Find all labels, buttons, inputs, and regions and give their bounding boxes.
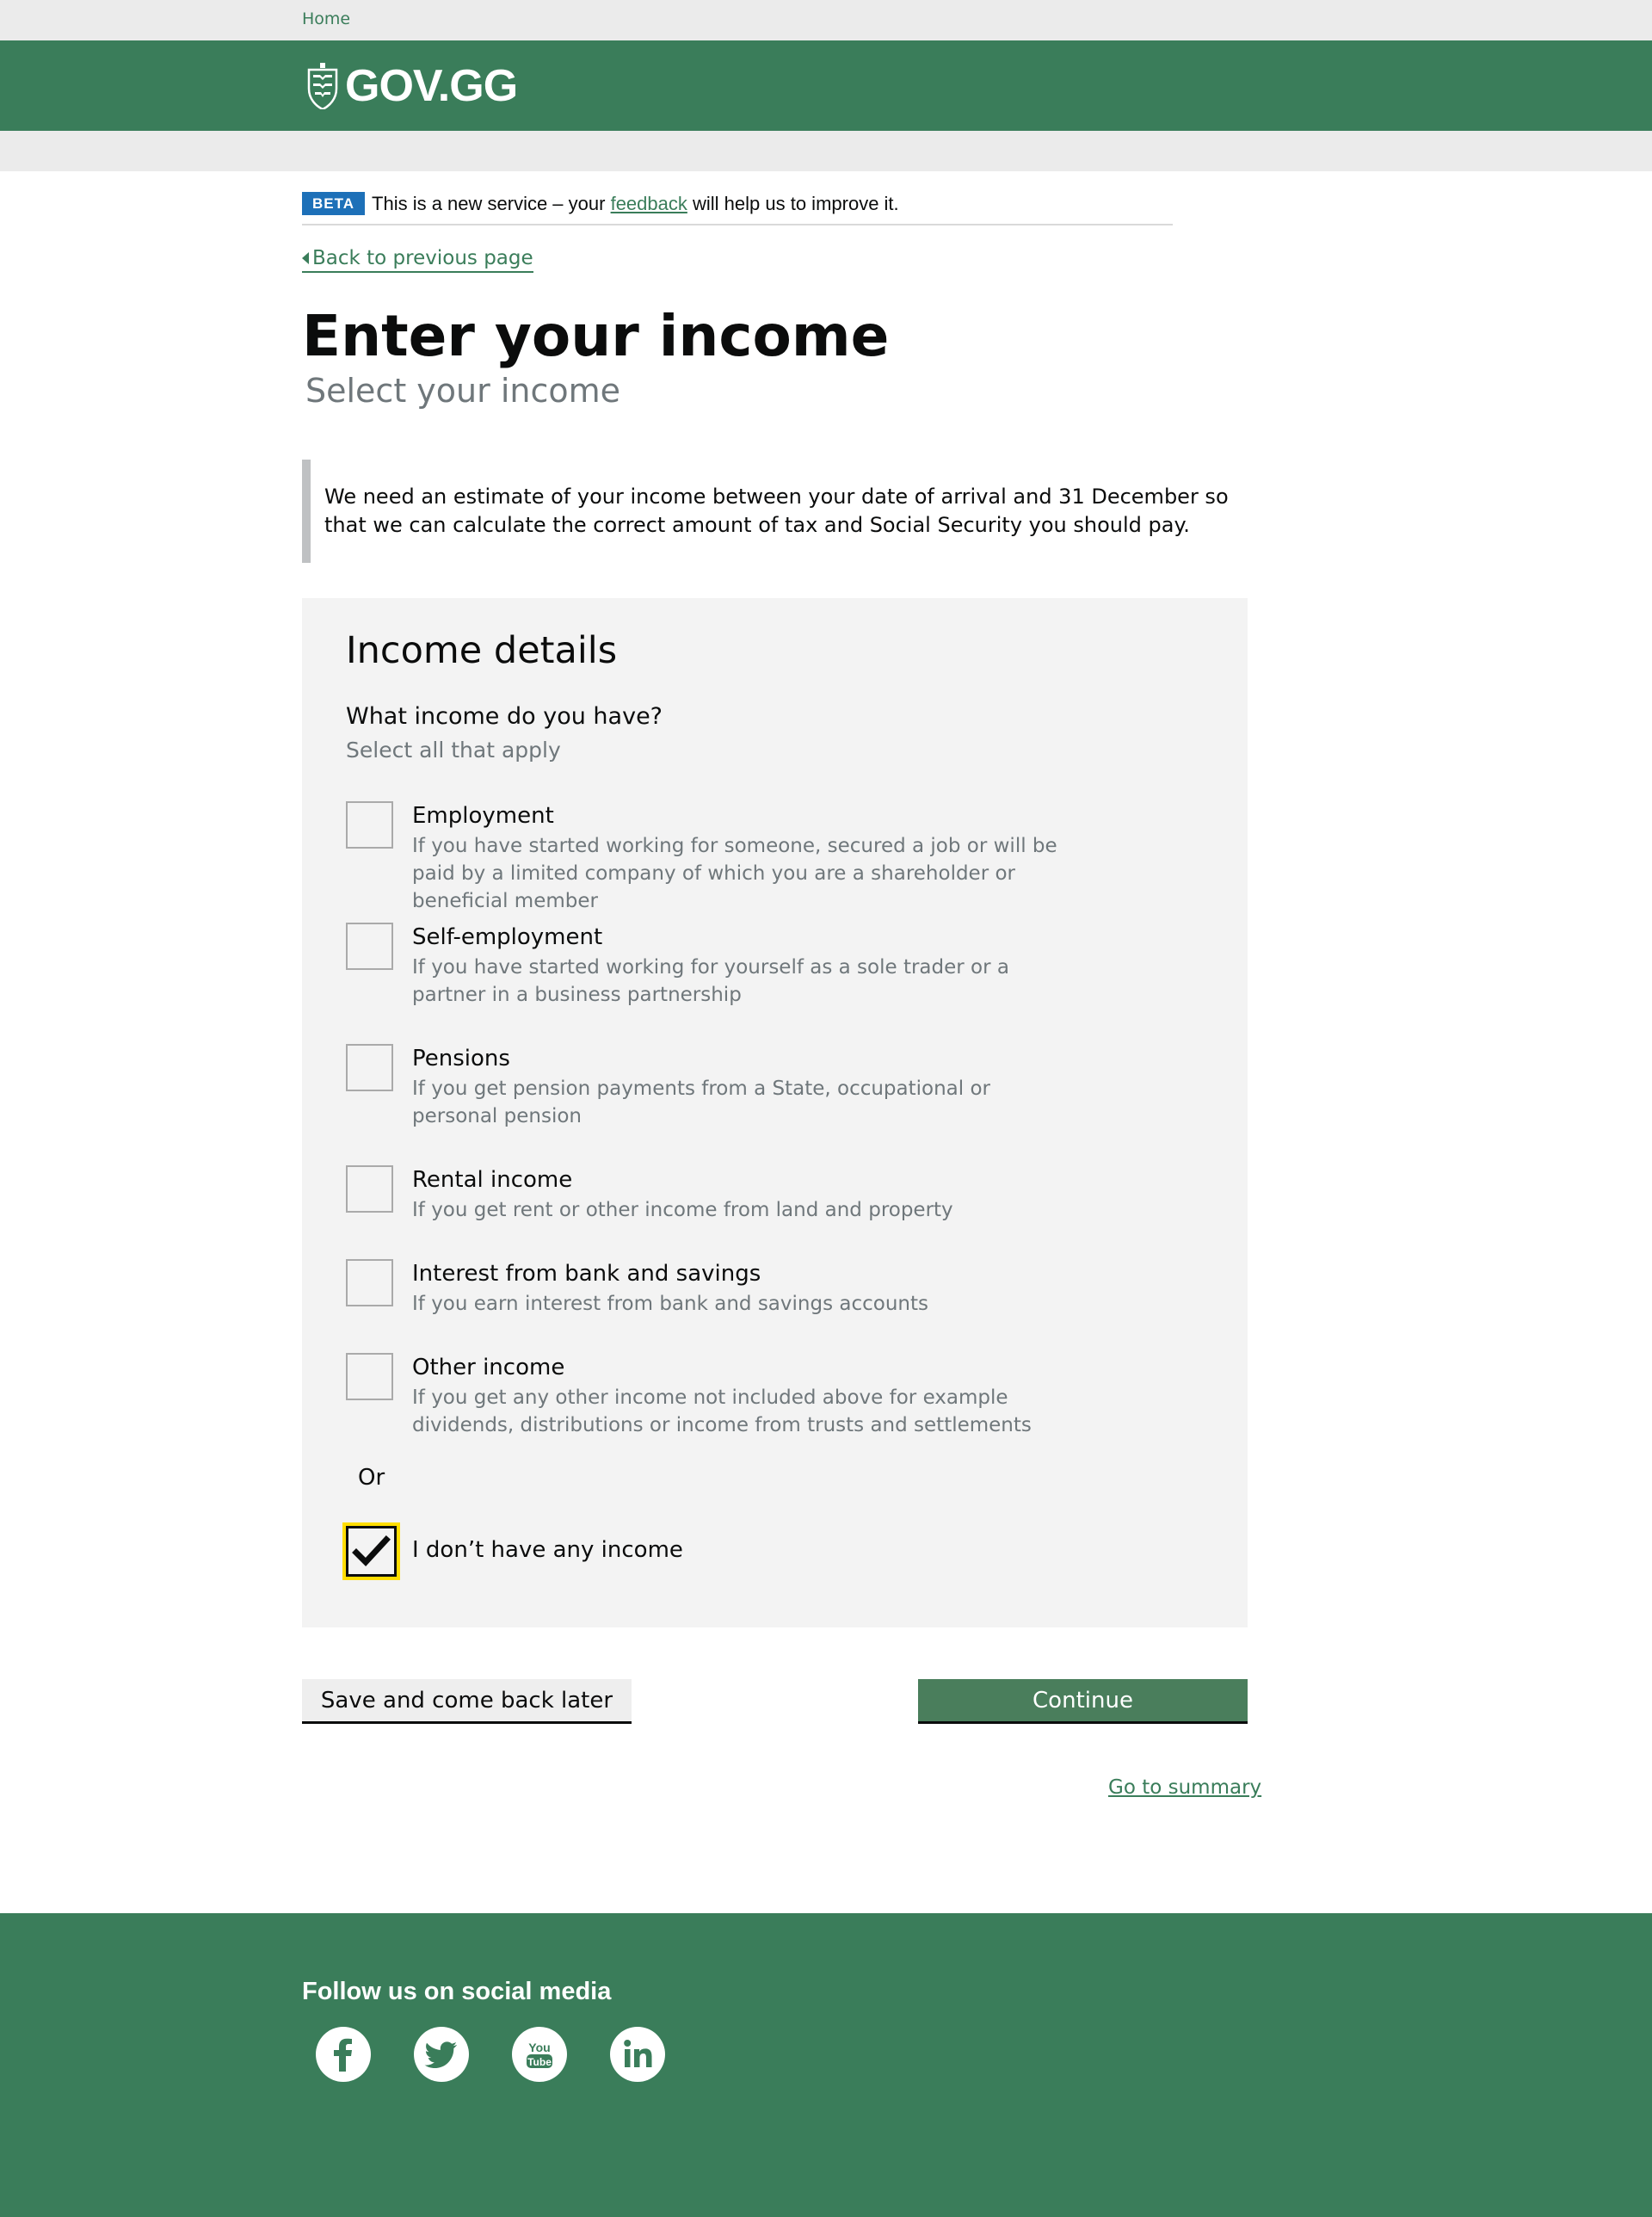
- checkbox-interest[interactable]: [346, 1259, 393, 1306]
- checkbox-pensions[interactable]: [346, 1044, 393, 1091]
- header-sub-bar: [0, 131, 1652, 171]
- checkmark-icon: [352, 1535, 391, 1567]
- option-label[interactable]: Other income: [412, 1353, 564, 1382]
- svg-text:Tube: Tube: [527, 2056, 552, 2068]
- beta-text-before: This is a new service – your: [372, 193, 606, 214]
- option-hint: If you get rent or other income from lan…: [412, 1199, 953, 1221]
- checkbox-employment[interactable]: [346, 801, 393, 849]
- home-link[interactable]: Home: [302, 9, 350, 28]
- option-hint: If you get pension payments from a State…: [412, 1078, 991, 1127]
- beta-text: This is a new service – your feedback wi…: [372, 192, 899, 215]
- page-subtitle: Select your income: [305, 372, 621, 410]
- feedback-link[interactable]: feedback: [611, 193, 687, 214]
- back-link[interactable]: Back to previous page: [302, 247, 533, 273]
- option-label[interactable]: Self-employment: [412, 923, 602, 952]
- income-details-panel: Income details What income do you have? …: [302, 598, 1248, 1627]
- gov-gg-logo[interactable]: GOV.GG: [305, 61, 518, 111]
- beta-text-after: will help us to improve it.: [693, 193, 899, 214]
- checkbox-other-income[interactable]: [346, 1353, 393, 1400]
- site-header: GOV.GG: [0, 40, 1652, 131]
- linkedin-icon: [624, 2040, 652, 2067]
- go-to-summary-link[interactable]: Go to summary: [1108, 1776, 1261, 1799]
- chevron-left-icon: [302, 252, 309, 264]
- facebook-icon: [334, 2038, 352, 2072]
- linkedin-link[interactable]: [610, 2027, 665, 2082]
- beta-tag: BETA: [302, 192, 366, 215]
- twitter-icon: [424, 2041, 458, 2068]
- back-link-label: Back to previous page: [312, 247, 533, 269]
- option-hint: If you get any other income not included…: [412, 1386, 1032, 1436]
- option-label[interactable]: Rental income: [412, 1165, 572, 1195]
- panel-heading: Income details: [346, 629, 618, 672]
- crest-icon: [307, 63, 338, 109]
- page-title: Enter your income: [302, 303, 890, 369]
- svg-text:You: You: [528, 2041, 550, 2054]
- option-label[interactable]: Employment: [412, 801, 554, 831]
- income-question: What income do you have?: [346, 703, 663, 730]
- logo-text: GOV.GG: [345, 61, 518, 111]
- facebook-link[interactable]: [316, 2027, 371, 2082]
- top-bar: Home: [0, 0, 1652, 40]
- save-and-come-back-button[interactable]: Save and come back later: [302, 1679, 632, 1724]
- option-hint: If you earn interest from bank and savin…: [412, 1293, 928, 1315]
- income-question-hint: Select all that apply: [346, 738, 561, 763]
- continue-button[interactable]: Continue: [918, 1679, 1248, 1724]
- checkbox-rental-income[interactable]: [346, 1165, 393, 1213]
- inset-text: We need an estimate of your income betwe…: [302, 460, 1248, 563]
- option-label[interactable]: Pensions: [412, 1044, 510, 1073]
- option-hint: If you have started working for yourself…: [412, 956, 1009, 1006]
- option-hint: If you have started working for someone,…: [412, 835, 1057, 912]
- youtube-icon: You Tube: [527, 2041, 552, 2068]
- option-label[interactable]: Interest from bank and savings: [412, 1259, 761, 1288]
- checkbox-self-employment[interactable]: [346, 923, 393, 970]
- site-footer: Follow us on social media You Tube: [0, 1913, 1652, 2217]
- beta-banner: BETA This is a new service – your feedba…: [302, 192, 1173, 225]
- youtube-link[interactable]: You Tube: [512, 2027, 567, 2082]
- no-income-label[interactable]: I don’t have any income: [412, 1535, 683, 1565]
- footer-heading: Follow us on social media: [302, 1978, 612, 2005]
- twitter-link[interactable]: [414, 2027, 469, 2082]
- inset-text-content: We need an estimate of your income betwe…: [324, 485, 1229, 537]
- or-divider: Or: [358, 1465, 385, 1491]
- checkbox-no-income[interactable]: [342, 1522, 400, 1580]
